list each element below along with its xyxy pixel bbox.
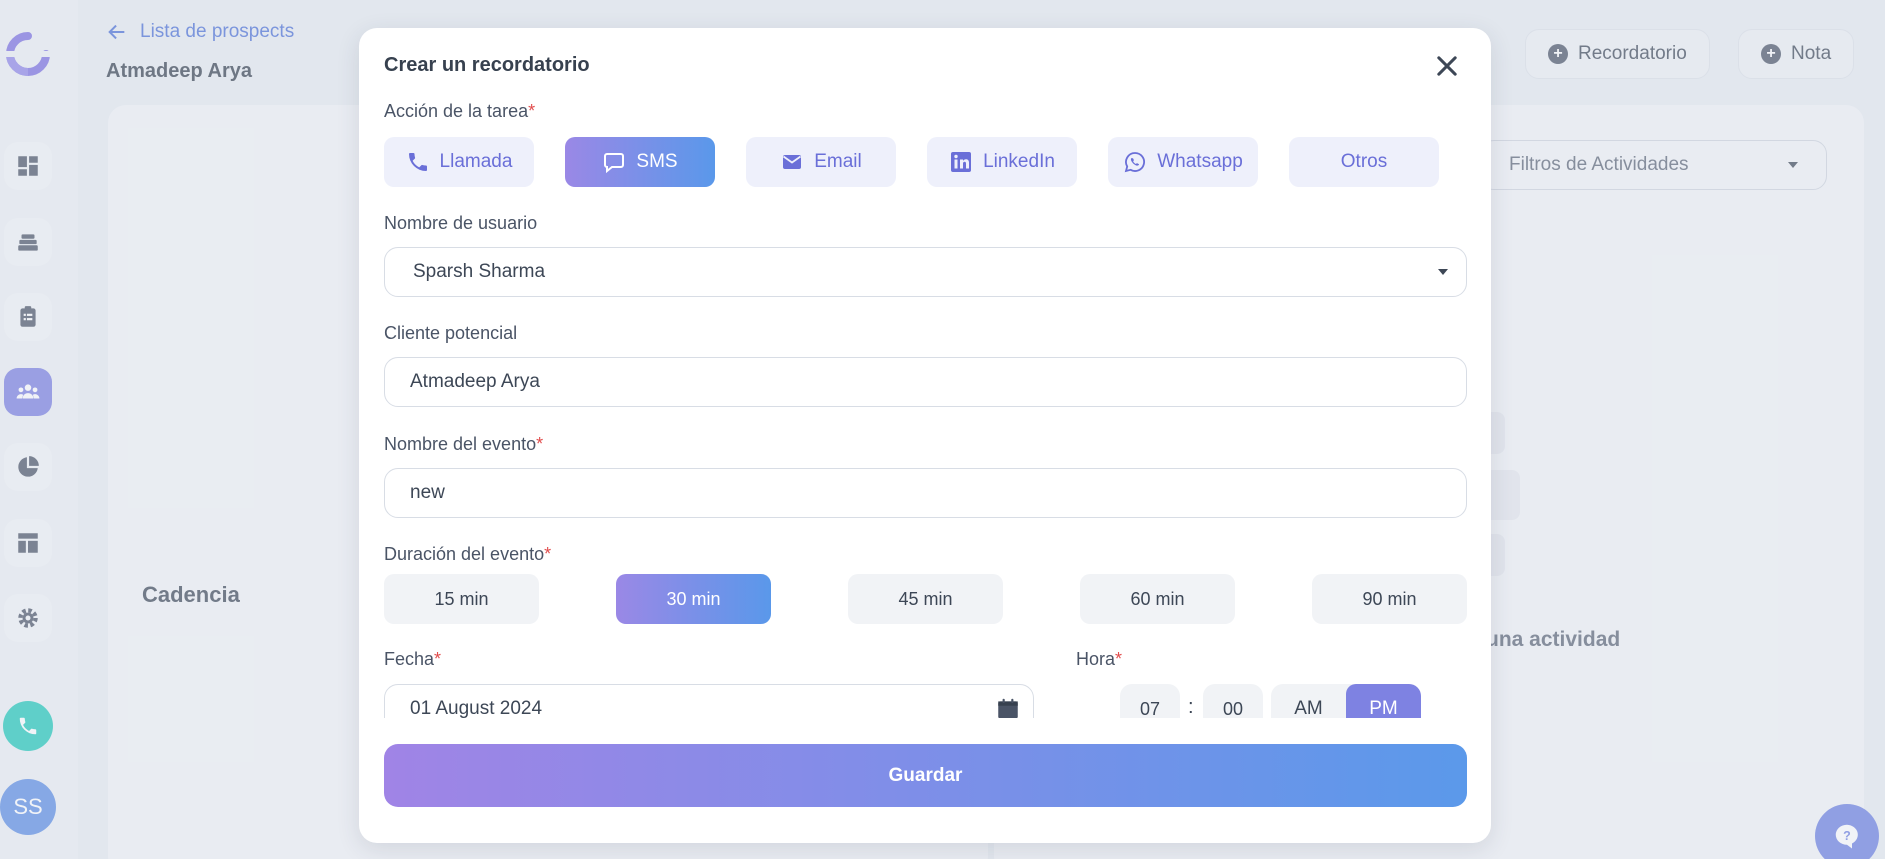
event-name-input[interactable]: new xyxy=(384,468,1467,518)
save-button[interactable]: Guardar xyxy=(384,744,1467,807)
duration-45-button[interactable]: 45 min xyxy=(848,574,1003,624)
duration-90-button[interactable]: 90 min xyxy=(1312,574,1467,624)
username-value: Sparsh Sharma xyxy=(413,261,546,282)
username-select[interactable]: Sparsh Sharma xyxy=(384,247,1467,297)
event-name-label-text: Nombre del evento xyxy=(384,434,537,454)
chat-icon xyxy=(604,153,625,174)
time-label: Hora* xyxy=(1076,649,1122,670)
action-linkedin-button[interactable]: LinkedIn xyxy=(927,137,1077,187)
create-reminder-modal: Crear un recordatorio Acción de la tarea… xyxy=(359,28,1491,843)
time-separator: : xyxy=(1188,696,1194,718)
linkedin-icon xyxy=(951,152,972,172)
hour-input[interactable]: 07 xyxy=(1120,684,1180,718)
chevron-down-icon xyxy=(1438,269,1448,275)
duration-options: 15 min 30 min 45 min 60 min 90 min xyxy=(384,574,1467,624)
action-call-label: Llamada xyxy=(439,151,513,172)
action-email-button[interactable]: Email xyxy=(746,137,896,187)
action-sms-label: SMS xyxy=(636,151,678,172)
calendar-icon[interactable] xyxy=(995,696,1021,718)
task-action-label-text: Acción de la tarea xyxy=(384,101,529,121)
required-mark: * xyxy=(536,434,544,454)
date-label: Fecha* xyxy=(384,649,441,670)
event-name-value: new xyxy=(410,482,445,503)
event-name-label: Nombre del evento* xyxy=(384,434,543,455)
task-action-group: Llamada SMS Email LinkedIn Whatsapp Otro… xyxy=(384,137,1439,187)
action-other-button[interactable]: Otros xyxy=(1289,137,1439,187)
action-call-button[interactable]: Llamada xyxy=(384,137,534,187)
action-whatsapp-button[interactable]: Whatsapp xyxy=(1108,137,1258,187)
time-label-text: Hora xyxy=(1076,649,1116,669)
action-other-label: Otros xyxy=(1340,151,1388,172)
date-input[interactable]: 01 August 2024 xyxy=(384,684,1034,718)
lead-value: Atmadeep Arya xyxy=(410,371,540,392)
action-sms-button[interactable]: SMS xyxy=(565,137,715,187)
lead-field[interactable]: Atmadeep Arya xyxy=(384,357,1467,407)
required-mark: * xyxy=(1115,649,1123,669)
date-label-text: Fecha xyxy=(384,649,435,669)
lead-label: Cliente potencial xyxy=(384,323,518,343)
meridiem-toggle: AM PM xyxy=(1271,684,1421,718)
required-mark: * xyxy=(434,649,442,669)
required-mark: * xyxy=(544,544,552,564)
duration-label: Duración del evento* xyxy=(384,544,551,565)
duration-30-button[interactable]: 30 min xyxy=(616,574,771,624)
modal-title: Crear un recordatorio xyxy=(384,54,590,76)
whatsapp-icon xyxy=(1124,152,1146,173)
task-action-label: Acción de la tarea* xyxy=(384,101,535,122)
minute-input[interactable]: 00 xyxy=(1203,684,1263,718)
date-value: 01 August 2024 xyxy=(410,698,543,718)
am-option[interactable]: AM xyxy=(1271,684,1346,718)
pm-option[interactable]: PM xyxy=(1346,684,1421,718)
action-linkedin-label: LinkedIn xyxy=(983,151,1055,172)
action-whatsapp-label: Whatsapp xyxy=(1157,151,1243,172)
phone-icon xyxy=(408,153,427,171)
close-icon[interactable] xyxy=(1433,52,1461,80)
email-icon xyxy=(783,155,802,169)
username-label: Nombre de usuario xyxy=(384,213,538,233)
duration-label-text: Duración del evento xyxy=(384,544,545,564)
action-email-label: Email xyxy=(814,151,862,172)
duration-15-button[interactable]: 15 min xyxy=(384,574,539,624)
required-mark: * xyxy=(528,101,536,121)
duration-60-button[interactable]: 60 min xyxy=(1080,574,1235,624)
